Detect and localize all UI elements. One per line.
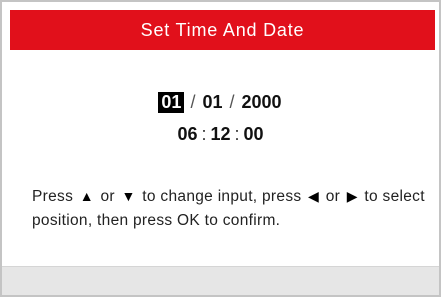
instruction-part-2: to change input, press — [142, 188, 302, 205]
time-row: 06 : 12 : 00 — [2, 122, 439, 146]
title-bar: Set Time And Date — [10, 10, 435, 50]
date-separator: / — [229, 91, 235, 112]
date-separator: / — [190, 91, 196, 112]
time-second-field[interactable]: 00 — [243, 124, 265, 145]
right-arrow-icon: ▶ — [346, 188, 358, 204]
bottom-bar — [2, 266, 439, 295]
page-title: Set Time And Date — [140, 19, 305, 40]
date-year-field[interactable]: 2000 — [241, 92, 283, 113]
date-month-field[interactable]: 01 — [158, 91, 185, 113]
time-separator: : — [201, 123, 207, 144]
set-time-date-screen: Set Time And Date 01 / 01 / 2000 06 : 12… — [0, 0, 441, 297]
instruction-part-1: Press — [32, 188, 74, 205]
left-arrow-icon: ◀ — [308, 188, 320, 204]
instruction-text: Press ▲ or ▼ to change input, press ◀ or… — [32, 184, 432, 233]
instruction-or-1: or — [100, 188, 115, 205]
time-minute-field[interactable]: 12 — [209, 124, 231, 145]
down-arrow-icon: ▼ — [121, 188, 136, 204]
time-separator: : — [234, 123, 240, 144]
instruction-or-2: or — [325, 188, 341, 205]
up-arrow-icon: ▲ — [79, 188, 94, 204]
time-hour-field[interactable]: 06 — [176, 124, 198, 145]
date-row: 01 / 01 / 2000 — [2, 90, 439, 114]
date-day-field[interactable]: 01 — [201, 92, 223, 113]
